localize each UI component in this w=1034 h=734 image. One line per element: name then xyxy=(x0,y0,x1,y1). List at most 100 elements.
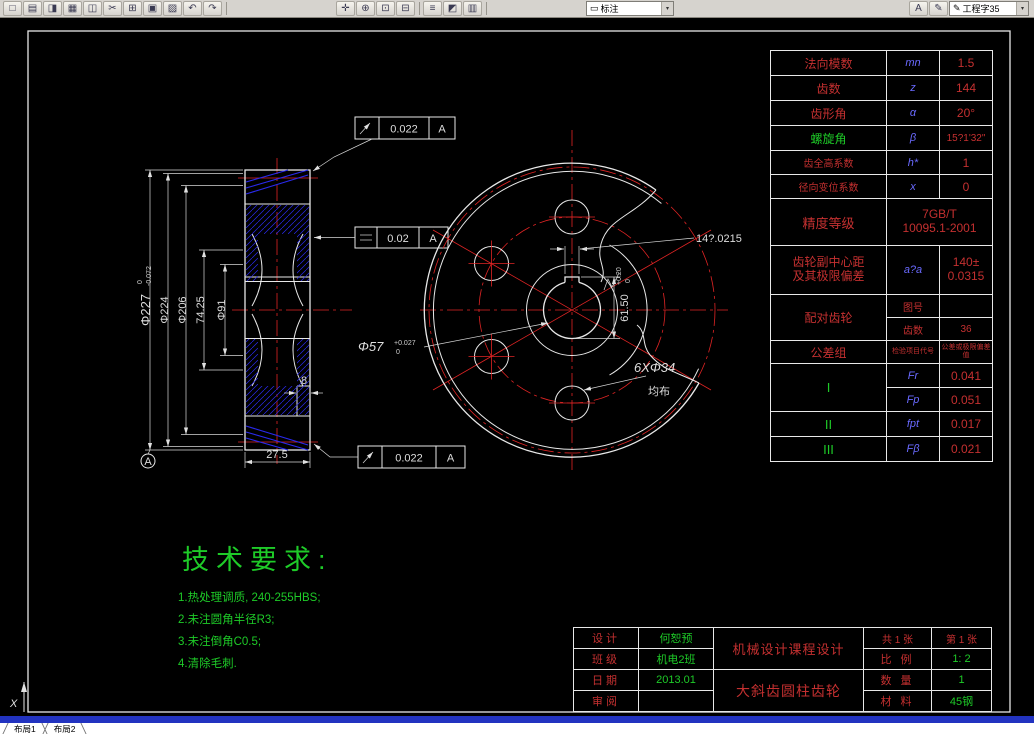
linetype-button[interactable]: ▥ xyxy=(463,1,482,16)
title-block: 设计 何恕预 机械设计课程设计 共 1 张 第 1 张 班级 机电2班 比 例 … xyxy=(573,627,992,712)
style-tool-icon: ✎ xyxy=(934,2,943,14)
tab-layout2[interactable]: 布局2 xyxy=(45,723,85,734)
fcf2-value: 0.02 xyxy=(387,233,408,245)
mating-gear-figure-value xyxy=(940,295,992,317)
param-value-teeth: 144 xyxy=(940,76,992,100)
course-title: 机械设计课程设计 xyxy=(714,628,863,669)
match-properties-icon: ▨ xyxy=(167,2,178,14)
paste-icon: ▣ xyxy=(147,2,158,14)
tab-layout1[interactable]: 布局1 xyxy=(5,723,45,734)
review-label: 审阅 xyxy=(574,691,638,711)
text-tool-button[interactable]: A xyxy=(909,1,928,16)
tolerance-symbol-fbeta: Fβ xyxy=(887,437,939,461)
param-label-precision: 精度等级 xyxy=(771,199,886,245)
copy-button[interactable]: ⊞ xyxy=(123,1,142,16)
zoom-realtime-icon: ⊕ xyxy=(361,2,370,14)
param-symbol-shift-coeff: x xyxy=(887,175,939,198)
open-button[interactable]: ▤ xyxy=(23,1,42,16)
ucs-x-label: X xyxy=(9,698,18,710)
param-label-mating-gear: 配对齿轮 xyxy=(771,295,886,340)
cad-application-window: □ ▤ ◨ ▦ ◫ ✂ ⊞ ▣ ▨ ↶ ↷ ✛ ⊕ ⊡ ⊟ ≡ ◩ ▥ ▭ 标注… xyxy=(0,0,1034,734)
dim-keyway-depth-text: 61.50 xyxy=(619,294,631,322)
linetype-icon: ▥ xyxy=(467,2,478,14)
scale-label: 比 例 xyxy=(864,649,931,669)
dim-style-value: 标注 xyxy=(600,4,619,14)
undo-button[interactable]: ↶ xyxy=(183,1,202,16)
param-label-helix-angle: 螺旋角 xyxy=(771,126,886,150)
mating-gear-figure-label: 图号 xyxy=(887,295,939,317)
layers-button[interactable]: ≡ xyxy=(423,1,442,16)
review-value xyxy=(639,691,713,711)
face-view xyxy=(420,130,728,473)
param-value-pressure-angle: 20° xyxy=(940,101,992,125)
preview-button[interactable]: ◫ xyxy=(83,1,102,16)
chevron-down-icon[interactable]: ▾ xyxy=(1016,2,1028,15)
face-dimensions: Φ57 +0.027 0 6XΦ34 均布 14?.0215 61.50 +0.… xyxy=(358,233,742,398)
bottom-bar: 布局1 布局2 xyxy=(0,716,1034,734)
tolerance-value-fp: 0.051 xyxy=(940,388,992,411)
new-button[interactable]: □ xyxy=(3,1,22,16)
style-tool-button[interactable]: ✎ xyxy=(929,1,948,16)
tech-requirements-title: 技术要求: xyxy=(182,545,333,575)
tolerance-symbol-fp: Fp xyxy=(887,388,939,411)
zoom-realtime-button[interactable]: ⊕ xyxy=(356,1,375,16)
zoom-previous-button[interactable]: ⊟ xyxy=(396,1,415,16)
param-value-helix-angle: 15?1'32" xyxy=(940,126,992,150)
quantity-value: 1 xyxy=(932,670,991,690)
center-distance-line2: 及其极限偏差 xyxy=(792,269,865,283)
inspection-item-header: 检验项目代号 xyxy=(887,341,939,363)
sheets-total: 共 1 张 xyxy=(864,628,931,648)
match-properties-button[interactable]: ▨ xyxy=(163,1,182,16)
text-style-value: 工程字35 xyxy=(962,4,1000,14)
pan-button[interactable]: ✛ xyxy=(336,1,355,16)
dim-style-dropdown[interactable]: ▭ 标注 ▾ xyxy=(586,1,674,16)
tech-requirement-item: 3.未注倒角C0.5; xyxy=(178,636,262,648)
runout-symbol-icon xyxy=(359,122,371,135)
open-folder-icon: ▤ xyxy=(27,2,38,14)
plot-button[interactable]: ▦ xyxy=(63,1,82,16)
paste-button[interactable]: ▣ xyxy=(143,1,162,16)
precision-line1: 7GB/T xyxy=(922,207,957,222)
parallelism-symbol-icon xyxy=(360,234,372,241)
date-label: 日期 xyxy=(574,670,638,690)
tolerance-value-fbeta: 0.021 xyxy=(940,437,992,461)
datum-a-label: A xyxy=(144,456,152,468)
tolerance-group-header: 公差组 xyxy=(771,341,886,363)
fcf3-value: 0.022 xyxy=(395,453,423,465)
ucs-icon: X xyxy=(9,682,27,712)
fcf2-datum: A xyxy=(429,233,437,245)
fcf3-datum: A xyxy=(447,453,455,465)
precision-line2: 10095.1-2001 xyxy=(902,221,977,235)
tech-requirements: 技术要求: 1.热处理调质, 240-255HBS; 2.未注圆角半径R3; 3… xyxy=(178,538,333,675)
layer-color-button[interactable]: ◩ xyxy=(443,1,462,16)
sheet-number: 第 1 张 xyxy=(932,628,991,648)
drawing-canvas[interactable]: Φ227 0 -0.072 Φ224 Φ206 74.25 Φ91 8 27.5… xyxy=(0,18,1034,716)
param-value-addendum-coeff: 1 xyxy=(940,151,992,174)
chevron-down-icon[interactable]: ▾ xyxy=(661,2,673,15)
param-symbol-helix-angle: β xyxy=(887,126,939,150)
text-style-dropdown[interactable]: ✎ 工程字35 ▾ xyxy=(949,1,1029,16)
zoom-window-button[interactable]: ⊡ xyxy=(376,1,395,16)
tech-requirement-item: 1.热处理调质, 240-255HBS; xyxy=(178,592,321,604)
save-button[interactable]: ◨ xyxy=(43,1,62,16)
param-label-module: 法向模数 xyxy=(771,51,886,75)
param-label-center-distance: 齿轮副中心距 及其极限偏差 xyxy=(771,246,886,294)
param-value-precision: 7GB/T 10095.1-2001 xyxy=(887,199,992,245)
dim-bore-tol-lower: 0 xyxy=(396,349,400,356)
fcf-runout-top: 0.022 A xyxy=(312,116,456,172)
command-line-strip[interactable] xyxy=(0,716,1034,723)
param-value-module: 1.5 xyxy=(940,51,992,75)
center-distance-line1: 齿轮副中心距 xyxy=(792,255,865,270)
class-value: 机电2班 xyxy=(639,649,713,669)
dim-od-tol-lower: -0.072 xyxy=(146,266,153,286)
toolbar: □ ▤ ◨ ▦ ◫ ✂ ⊞ ▣ ▨ ↶ ↷ ✛ ⊕ ⊡ ⊟ ≡ ◩ ▥ ▭ 标注… xyxy=(0,0,1034,18)
redo-button[interactable]: ↷ xyxy=(203,1,222,16)
param-label-pressure-angle: 齿形角 xyxy=(771,101,886,125)
fcf1-datum: A xyxy=(438,124,446,136)
cut-button[interactable]: ✂ xyxy=(103,1,122,16)
param-symbol-module: mn xyxy=(887,51,939,75)
tolerance-group-3: III xyxy=(771,437,886,461)
dim-holes-text: 6XΦ34 xyxy=(634,360,675,375)
tolerance-symbol-fr: Fr xyxy=(887,364,939,387)
material-value: 45钢 xyxy=(932,691,991,711)
